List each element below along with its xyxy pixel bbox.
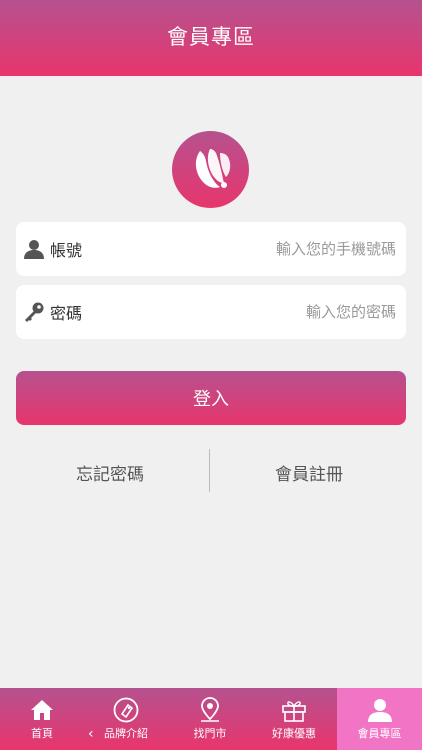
tab-home[interactable]: 首頁 (0, 688, 84, 750)
gift-icon (281, 697, 307, 723)
tab-member[interactable]: 會員專區 (337, 688, 422, 750)
login-button[interactable]: 登入 (16, 371, 406, 425)
user-icon (22, 237, 46, 261)
register-link[interactable]: 會員註冊 (209, 452, 409, 492)
brand-logo (172, 131, 249, 208)
brand-tag-icon (113, 697, 139, 723)
account-input[interactable] (82, 239, 398, 259)
password-label: 密碼 (50, 304, 83, 323)
tab-brand-label: 品牌介紹 (104, 727, 148, 740)
account-field: 帳號 (16, 222, 406, 276)
home-icon (30, 697, 54, 723)
tab-store-locator-label: 找門市 (193, 727, 227, 740)
account-label: 帳號 (50, 241, 83, 260)
password-input[interactable] (82, 302, 398, 322)
password-field: 密碼 (16, 285, 406, 339)
tab-brand[interactable]: 品牌介紹 (84, 688, 168, 750)
bottom-tab-bar: 首頁 品牌介紹 找門市 好康優惠 會員專區 (0, 688, 422, 750)
tab-offers[interactable]: 好康優惠 (252, 688, 336, 750)
page-title: 會員專區 (167, 25, 255, 49)
member-icon (367, 697, 393, 723)
app-header: 會員專區 (0, 0, 422, 76)
store-locator-icon (197, 697, 223, 723)
chevron-left-icon[interactable]: ‹ (88, 726, 94, 742)
tab-store-locator[interactable]: 找門市 (168, 688, 252, 750)
key-icon (22, 300, 46, 324)
tab-offers-label: 好康優惠 (272, 727, 316, 740)
forgot-password-link[interactable]: 忘記密碼 (10, 452, 210, 492)
butterfly-logo-icon (195, 148, 230, 188)
tab-member-label: 會員專區 (357, 727, 402, 740)
tab-home-label: 首頁 (31, 727, 53, 740)
